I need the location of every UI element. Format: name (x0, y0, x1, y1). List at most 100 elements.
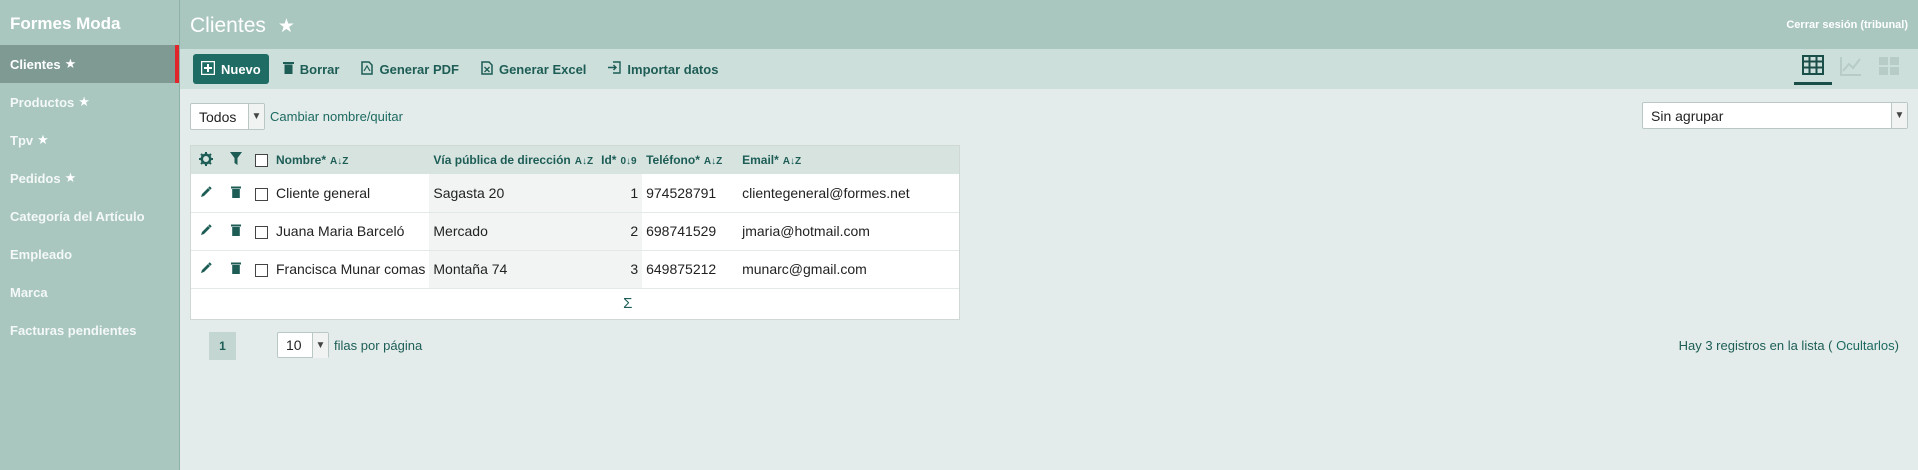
pencil-edit-icon[interactable] (200, 185, 212, 201)
rename-remove-link[interactable]: Cambiar nombre/quitar (270, 109, 403, 124)
trash-icon[interactable] (231, 185, 241, 201)
cell-street[interactable]: Sagasta 20 (429, 174, 598, 213)
table-row[interactable]: Juana Maria Barceló Mercado 2 698741529 … (191, 212, 959, 251)
cell-name[interactable]: Francisca Munar comas (272, 250, 430, 289)
generate-pdf-button[interactable]: Generar PDF (361, 54, 459, 84)
sidebar-item-label: Tpv (10, 132, 34, 148)
sidebar-item-tpv[interactable]: Tpv ★ (0, 121, 179, 159)
chart-view-button[interactable] (1832, 53, 1870, 85)
cell-id[interactable]: 1 (597, 174, 643, 213)
star-icon: ★ (78, 94, 90, 109)
cell-phone[interactable]: 649875212 (642, 250, 739, 289)
settings-column-header[interactable] (191, 146, 221, 174)
cell-email[interactable]: jmaria@hotmail.com (738, 212, 959, 251)
sidebar-item-label: Pedidos (10, 170, 61, 186)
favorite-star-icon[interactable]: ★ (278, 15, 295, 38)
sort-az-icon[interactable]: A↓Z (783, 156, 801, 167)
column-header-phone[interactable]: Teléfono* A↓Z (642, 146, 739, 174)
row-select-cell[interactable] (251, 250, 272, 289)
cell-id[interactable]: 3 (597, 250, 643, 289)
add-icon (200, 60, 216, 78)
delete-cell[interactable] (221, 174, 251, 213)
column-header-street[interactable]: Vía pública de dirección A↓Z (429, 146, 598, 174)
row-checkbox[interactable] (255, 263, 268, 277)
filter-select-value: Todos (199, 108, 237, 125)
sort-az-icon[interactable]: A↓Z (330, 156, 348, 167)
trash-icon[interactable] (231, 223, 241, 239)
column-header-email[interactable]: Email* A↓Z (738, 146, 959, 174)
sort-az-icon[interactable]: A↓Z (704, 156, 722, 167)
totals-row: Σ (191, 288, 959, 318)
logout-link[interactable]: Cerrar sesión (tribunal) (1786, 19, 1908, 31)
rows-per-page: 10 ▼ filas por página (277, 332, 422, 358)
delete-button-label: Borrar (299, 61, 340, 77)
row-select-cell[interactable] (251, 174, 272, 213)
grouping-select[interactable]: Sin agrupar ▼ (1642, 102, 1908, 129)
column-header-name[interactable]: Nombre* A↓Z (272, 146, 430, 174)
import-data-label: Importar datos (627, 61, 719, 77)
cell-name[interactable]: Cliente general (272, 174, 430, 213)
header: Clientes ★ Cerrar sesión (tribunal) (180, 0, 1918, 49)
generate-pdf-label: Generar PDF (379, 61, 459, 77)
sidebar-item-facturas-pendientes[interactable]: Facturas pendientes (0, 311, 179, 349)
cell-phone[interactable]: 974528791 (642, 174, 739, 213)
sidebar-item-label: Productos (10, 94, 75, 110)
table-row[interactable]: Cliente general Sagasta 20 1 974528791 c… (191, 174, 959, 213)
sidebar-item-categoria[interactable]: Categoría del Artículo (0, 197, 179, 235)
trash-icon[interactable] (231, 261, 241, 277)
cell-phone[interactable]: 698741529 (642, 212, 739, 251)
edit-cell[interactable] (191, 212, 221, 251)
sidebar-item-label: Empleado (10, 246, 73, 262)
sidebar-item-productos[interactable]: Productos ★ (0, 83, 179, 121)
row-select-cell[interactable] (251, 212, 272, 251)
delete-cell[interactable] (221, 250, 251, 289)
delete-cell[interactable] (221, 212, 251, 251)
cell-street[interactable]: Mercado (429, 212, 598, 251)
sidebar-item-marca[interactable]: Marca (0, 273, 179, 311)
sum-icon[interactable]: Σ (597, 288, 738, 318)
select-all-checkbox[interactable] (255, 154, 268, 168)
filter-column-header[interactable] (221, 146, 251, 174)
cell-id[interactable]: 2 (597, 212, 643, 251)
cards-view-button[interactable] (1870, 53, 1908, 85)
sidebar-item-empleado[interactable]: Empleado (0, 235, 179, 273)
generate-excel-button[interactable]: Generar Excel (481, 54, 586, 84)
cell-name[interactable]: Juana Maria Barceló (272, 212, 430, 251)
rows-per-page-select[interactable]: 10 ▼ (277, 332, 329, 358)
brand-logo[interactable]: Formes Moda (0, 0, 179, 45)
hide-records-link[interactable]: Ocultarlos (1836, 338, 1895, 353)
page-button-1[interactable]: 1 (209, 332, 236, 360)
sidebar-item-pedidos[interactable]: Pedidos ★ (0, 159, 179, 197)
sort-az-icon[interactable]: A↓Z (575, 156, 593, 167)
chevron-down-icon: ▼ (312, 333, 328, 358)
line-chart-icon (1840, 56, 1862, 82)
cell-email[interactable]: munarc@gmail.com (738, 250, 959, 289)
edit-cell[interactable] (191, 174, 221, 213)
import-data-button[interactable]: Importar datos (608, 54, 718, 84)
column-header-label: Id* (601, 153, 617, 167)
sidebar-item-clientes[interactable]: Clientes ★ (0, 45, 179, 83)
select-all-header[interactable] (251, 146, 272, 174)
filter-select[interactable]: Todos ▼ (190, 103, 265, 130)
sort-numeric-icon[interactable]: 0↓9 (620, 156, 636, 167)
gear-icon (199, 151, 213, 169)
row-checkbox[interactable] (255, 225, 268, 239)
excel-file-icon (481, 60, 493, 78)
list-view-button[interactable] (1794, 53, 1832, 85)
pencil-edit-icon[interactable] (200, 261, 212, 277)
cell-email[interactable]: clientegeneral@formes.net (738, 174, 959, 213)
column-header-id[interactable]: Id* 0↓9 (597, 146, 643, 174)
page-title: Clientes ★ (190, 14, 295, 38)
delete-button[interactable]: Borrar (282, 54, 340, 84)
records-count-text: Hay 3 registros en la lista ( (1678, 338, 1833, 353)
import-icon (608, 61, 622, 77)
toolbar: Nuevo Borrar Generar PDF Generar Excel I… (180, 49, 1918, 89)
sidebar-item-label: Categoría del Artículo (10, 208, 145, 224)
row-checkbox[interactable] (255, 187, 268, 201)
edit-cell[interactable] (191, 250, 221, 289)
new-button[interactable]: Nuevo (193, 54, 269, 84)
cell-street[interactable]: Montaña 74 (429, 250, 598, 289)
column-header-label: Email* (742, 153, 779, 167)
pencil-edit-icon[interactable] (200, 223, 212, 239)
table-row[interactable]: Francisca Munar comas Montaña 74 3 64987… (191, 250, 959, 289)
